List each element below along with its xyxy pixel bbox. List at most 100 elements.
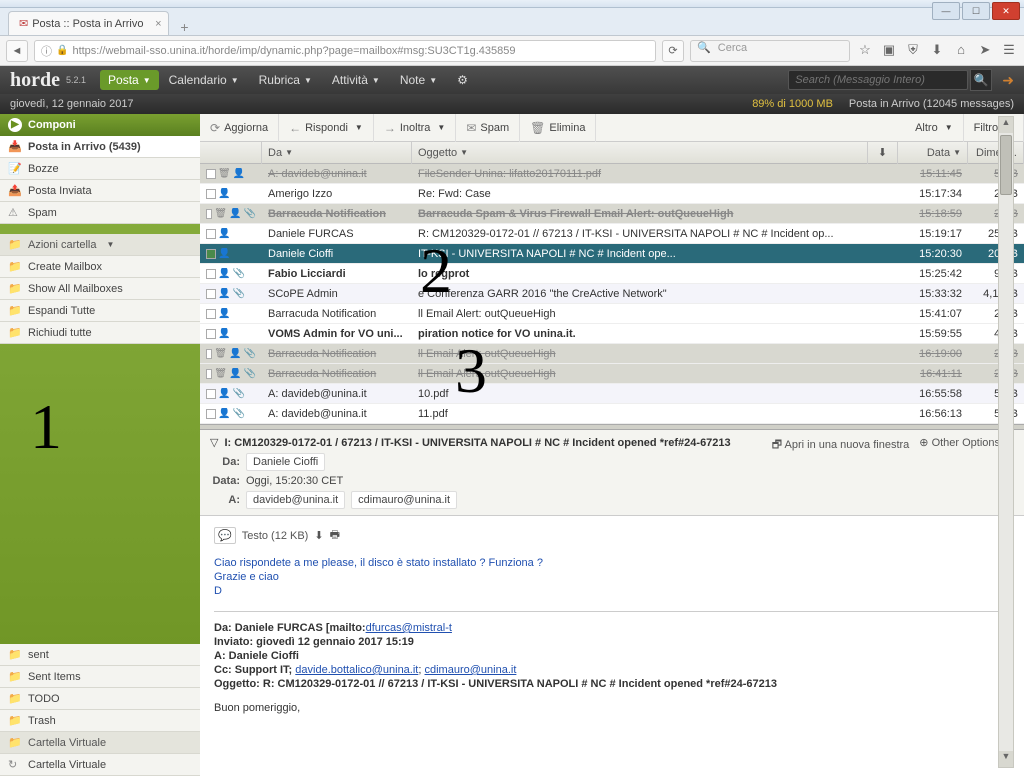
virtual-folder[interactable]: ↻Cartella Virtuale — [0, 754, 200, 776]
row-checkbox[interactable] — [206, 409, 216, 419]
refresh-button[interactable]: ⟳Aggiorna — [200, 114, 279, 142]
row-checkbox[interactable] — [206, 369, 212, 379]
message-row[interactable]: 👤📎Fabio Licciardilo regprot15:25:429 KB — [200, 264, 1024, 284]
horde-search-input[interactable] — [788, 70, 968, 90]
mailto-link[interactable]: dfurcas@mistral-t — [366, 622, 452, 634]
col-subject[interactable]: Oggetto ▼ — [412, 142, 868, 164]
col-size[interactable]: Dimen... — [968, 142, 1024, 164]
window-maximize[interactable]: ☐ — [962, 2, 990, 20]
virtual-folder-header[interactable]: 📁Cartella Virtuale — [0, 732, 200, 754]
compose-button[interactable]: ▶ Componi — [0, 114, 200, 136]
folder-inviata[interactable]: 📤Posta Inviata — [0, 180, 200, 202]
row-checkbox[interactable] — [206, 309, 216, 319]
tab-favicon: ✉ — [19, 17, 28, 30]
col-date[interactable]: Data ▼ — [898, 142, 968, 164]
message-row[interactable]: 👤Amerigo IzzoRe: Fwd: Case15:17:342 KB — [200, 184, 1024, 204]
cc-link-2[interactable]: cdimauro@unina.it — [425, 664, 517, 676]
person-icon: 👤 — [229, 368, 241, 379]
row-checkbox[interactable] — [206, 229, 216, 239]
row-checkbox[interactable] — [206, 349, 212, 359]
col-checkbox[interactable] — [200, 142, 262, 164]
row-checkbox[interactable] — [206, 209, 212, 219]
row-checkbox[interactable] — [206, 389, 216, 399]
menu-settings[interactable]: ⚙ — [447, 66, 478, 94]
browser-tab[interactable]: ✉ Posta :: Posta in Arrivo × — [8, 11, 169, 35]
filtro-button[interactable]: Filtro▼ — [964, 114, 1024, 142]
action-create-mailbox[interactable]: 📁Create Mailbox — [0, 256, 200, 278]
action-espandi[interactable]: 📁Espandi Tutte — [0, 300, 200, 322]
folder-trash[interactable]: 📁Trash — [0, 710, 200, 732]
forward-button[interactable]: →Inoltra▼ — [374, 114, 457, 142]
message-row[interactable]: 👤Daniele FURCASR: CM120329-0172-01 // 67… — [200, 224, 1024, 244]
message-row[interactable]: 🗑👤A: davideb@unina.itFileSender Unina: l… — [200, 164, 1024, 184]
row-checkbox[interactable] — [206, 269, 216, 279]
spam-button[interactable]: ✉Spam — [456, 114, 520, 142]
scroll-down-arrow[interactable]: ▼ — [999, 751, 1013, 767]
cc-link-1[interactable]: davide.bottalico@unina.it — [295, 664, 418, 676]
folder-todo[interactable]: 📁TODO — [0, 688, 200, 710]
status-date: giovedì, 12 gennaio 2017 — [10, 98, 134, 110]
menu-calendario[interactable]: Calendario▼ — [159, 66, 249, 94]
scroll-thumb[interactable] — [1000, 135, 1012, 195]
altro-button[interactable]: Altro▼ — [905, 114, 964, 142]
folder-actions-menu: 📁Create Mailbox 📁Show All Mailboxes 📁Esp… — [0, 256, 200, 344]
row-checkbox[interactable] — [206, 249, 216, 259]
menu-posta[interactable]: Posta▼ — [100, 70, 159, 90]
message-row[interactable]: 👤📎SCoPE Admine Conferenza GARR 2016 "the… — [200, 284, 1024, 304]
horde-search-button[interactable]: 🔍 — [970, 69, 992, 91]
scroll-up-arrow[interactable]: ▲ — [999, 117, 1013, 133]
message-row[interactable]: 👤Barracuda Notificationll Email Alert: o… — [200, 304, 1024, 324]
message-row[interactable]: 🗑👤📎Barracuda Notificationll Email Alert:… — [200, 344, 1024, 364]
folder-spam[interactable]: ⚠Spam — [0, 202, 200, 224]
action-show-all[interactable]: 📁Show All Mailboxes — [0, 278, 200, 300]
collapse-icon[interactable]: ▽ — [210, 436, 218, 449]
arrow-icon[interactable]: ➤ — [976, 42, 994, 60]
folder-inbox[interactable]: 📥Posta in Arrivo (5439) — [0, 136, 200, 158]
window-minimize[interactable]: — — [932, 2, 960, 20]
menu-note[interactable]: Note▼ — [390, 66, 447, 94]
row-checkbox[interactable] — [206, 189, 216, 199]
delete-button[interactable]: 🗑Elimina — [520, 114, 596, 142]
row-checkbox[interactable] — [206, 329, 216, 339]
message-row[interactable]: 🗑👤📎Barracuda Notificationll Email Alert:… — [200, 364, 1024, 384]
message-row[interactable]: 🗑👤📎Barracuda NotificationBarracuda Spam … — [200, 204, 1024, 224]
folder-sentitems[interactable]: 📁Sent Items — [0, 666, 200, 688]
new-tab-button[interactable]: + — [175, 19, 195, 35]
menu-icon[interactable]: ☰ — [1000, 42, 1018, 60]
pocket-icon[interactable]: ▣ — [880, 42, 898, 60]
url-input[interactable]: ⓘ 🔒 https://webmail-sso.unina.it/horde/i… — [34, 40, 656, 62]
logout-icon[interactable]: ➜ — [1002, 72, 1014, 89]
browser-search[interactable]: 🔍 Cerca — [690, 40, 850, 62]
action-richiudi[interactable]: 📁Richiudi tutte — [0, 322, 200, 344]
menu-rubrica[interactable]: Rubrica▼ — [249, 66, 322, 94]
reply-button[interactable]: ←Rispondi▼ — [279, 114, 374, 142]
row-from: Fabio Licciardi — [262, 268, 412, 280]
menu-attivita[interactable]: Attività▼ — [322, 66, 390, 94]
row-checkbox[interactable] — [206, 289, 216, 299]
bookmark-icon[interactable]: ☆ — [856, 42, 874, 60]
download-icon[interactable]: ⬇ — [928, 42, 946, 60]
message-row[interactable]: 👤Daniele CioffiIT-KSI - UNIVERSITA NAPOL… — [200, 244, 1024, 264]
attachment-icon: 📎 — [232, 408, 244, 419]
col-from[interactable]: Da ▼ — [262, 142, 412, 164]
window-scrollbar[interactable]: ▲ ▼ — [998, 116, 1014, 768]
col-arrow[interactable]: ⬇ — [868, 142, 898, 164]
folder-sent[interactable]: 📁sent — [0, 644, 200, 666]
message-row[interactable]: 👤📎A: davideb@unina.it10.pdf16:55:585 KB — [200, 384, 1024, 404]
open-new-window[interactable]: 🗗 Apri in una nuova finestra — [772, 436, 910, 455]
message-row[interactable]: 👤📎A: davideb@unina.it11.pdf16:56:135 KB — [200, 404, 1024, 424]
reload-button[interactable]: ⟳ — [662, 40, 684, 62]
row-checkbox[interactable] — [206, 169, 216, 179]
download-part-icon[interactable]: ⬇ — [314, 529, 323, 542]
shield-icon[interactable]: ⛨ — [904, 42, 922, 60]
window-close[interactable]: ✕ — [992, 2, 1020, 20]
tab-close-icon[interactable]: × — [155, 18, 161, 30]
text-part-icon[interactable]: 💬 — [214, 527, 236, 544]
home-icon[interactable]: ⌂ — [952, 42, 970, 60]
main-split: ▶ Componi 📥Posta in Arrivo (5439) 📝Bozze… — [0, 114, 1024, 776]
back-button[interactable]: ◄ — [6, 40, 28, 62]
message-row[interactable]: 👤VOMS Admin for VO uni...piration notice… — [200, 324, 1024, 344]
print-part-icon[interactable]: 🖶 — [330, 526, 340, 545]
folder-bozze[interactable]: 📝Bozze — [0, 158, 200, 180]
folder-actions-header[interactable]: 📁Azioni cartella ▼ — [0, 234, 200, 256]
